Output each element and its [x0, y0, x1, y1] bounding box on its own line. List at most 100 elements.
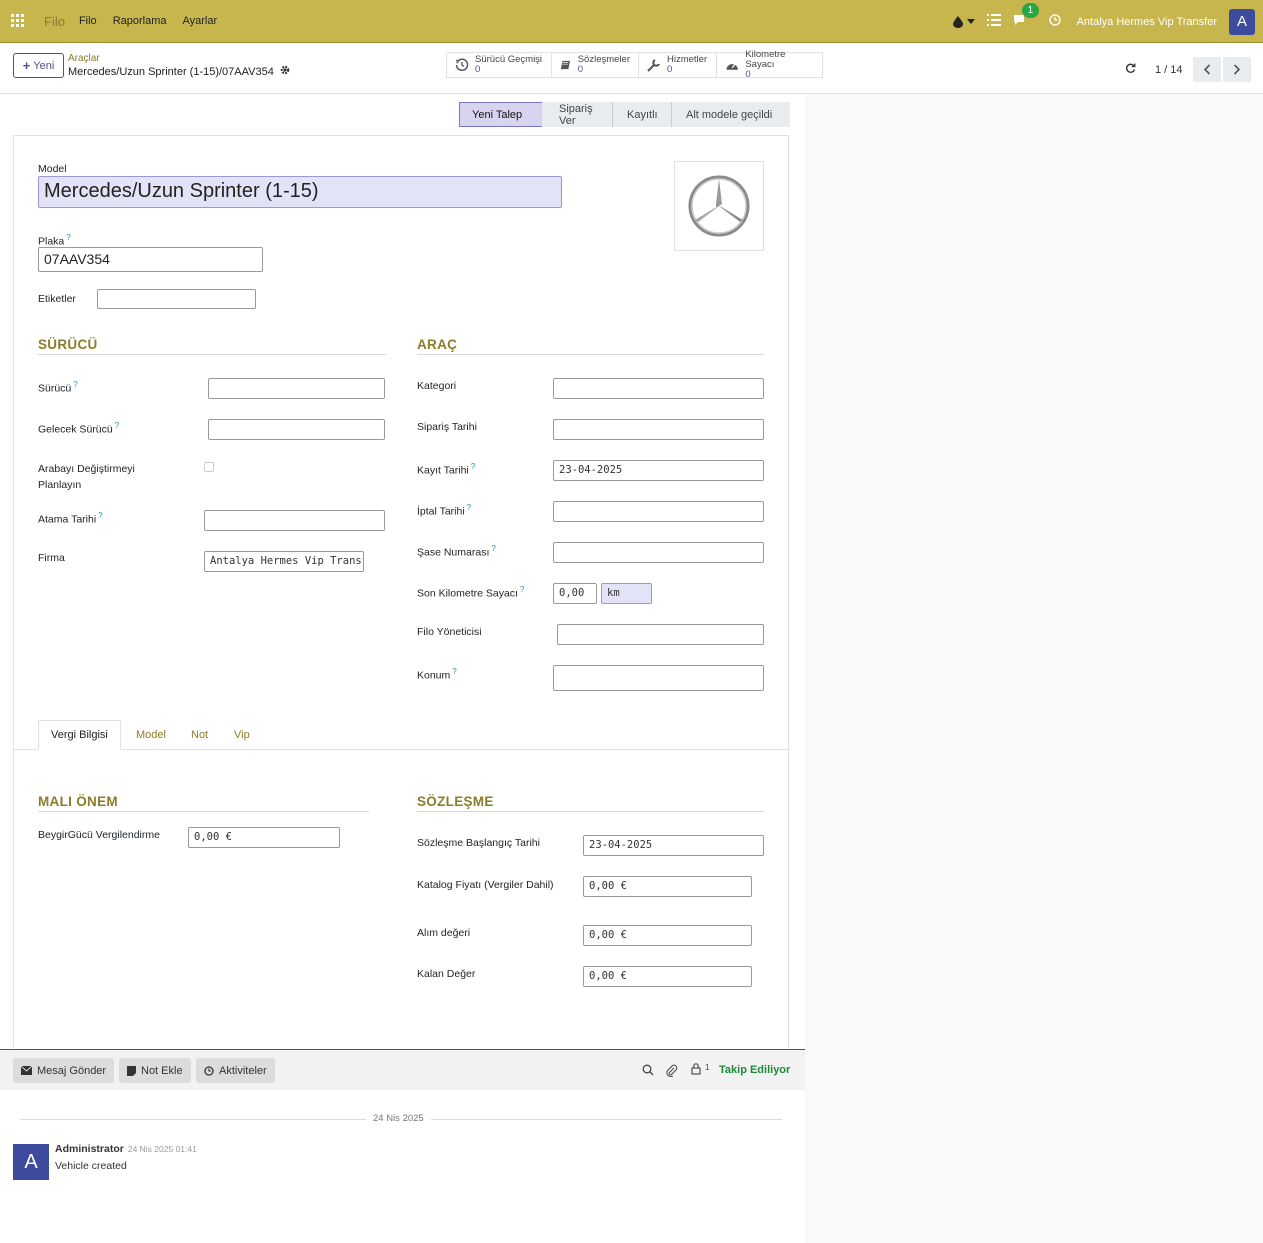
- chevron-left-icon: [1203, 64, 1210, 75]
- message-body: Vehicle created: [55, 1160, 127, 1172]
- wrench-icon: [647, 59, 660, 72]
- cancel-date-field[interactable]: [553, 501, 764, 522]
- pager-value[interactable]: 1 / 14: [1155, 64, 1183, 76]
- tab-tax-info[interactable]: Vergi Bilgisi: [38, 720, 121, 750]
- contract-start-field[interactable]: 23-04-2025: [583, 835, 764, 856]
- horsepower-tax-label: BeygirGücü Vergilendirme: [38, 829, 160, 841]
- history-icon: [455, 58, 469, 71]
- pager-previous-button[interactable]: [1192, 57, 1221, 82]
- clock-icon: [204, 1065, 214, 1076]
- smart-button-services[interactable]: Hizmetler 0: [639, 53, 717, 77]
- registration-date-field[interactable]: 23-04-2025: [553, 460, 764, 481]
- odometer-unit-select[interactable]: km: [601, 583, 652, 604]
- contract-start-label: Sözleşme Başlangıç Tarihi: [417, 837, 540, 849]
- user-avatar[interactable]: A: [1229, 8, 1255, 35]
- message-avatar[interactable]: A: [13, 1144, 49, 1180]
- menu-filo[interactable]: Filo: [79, 15, 97, 27]
- note-icon: [127, 1065, 136, 1076]
- catalog-price-field[interactable]: 0,00 €: [583, 876, 752, 897]
- status-registered[interactable]: Kayıtlı: [612, 102, 671, 127]
- order-date-field[interactable]: [553, 419, 764, 440]
- category-label: Kategori: [417, 380, 457, 392]
- chatter-topbar: Mesaj Gönder Not Ekle Aktiviteler 1 Taki…: [0, 1049, 805, 1090]
- activities-button[interactable]: Aktiviteler: [196, 1058, 275, 1083]
- location-field[interactable]: [553, 665, 764, 691]
- fleet-manager-field[interactable]: [557, 624, 764, 645]
- smart-value: 0: [475, 64, 481, 75]
- menu-raporlama[interactable]: Raporlama: [113, 15, 167, 27]
- tab-vip[interactable]: Vip: [222, 720, 262, 750]
- purchase-value-field[interactable]: 0,00 €: [583, 925, 752, 946]
- followers-button[interactable]: 1: [691, 1063, 709, 1075]
- status-order[interactable]: Sipariş Ver: [542, 102, 612, 127]
- odometer-field[interactable]: 0,00: [553, 583, 597, 604]
- pager: 1 / 14: [1125, 57, 1251, 82]
- location-label: Konum?: [417, 667, 457, 682]
- chat-badge: 1: [1021, 3, 1040, 18]
- log-note-button[interactable]: Not Ekle: [119, 1058, 191, 1083]
- status-bar: Yeni Talep Sipariş Ver Kayıtlı Alt model…: [459, 102, 790, 127]
- send-message-button[interactable]: Mesaj Gönder: [13, 1058, 115, 1083]
- breadcrumb-current: Mercedes/Uzun Sprinter (1-15)/07AAV354: [68, 65, 290, 78]
- driver-field[interactable]: [208, 378, 385, 399]
- breadcrumb-parent[interactable]: Araçlar: [68, 53, 100, 64]
- plate-field[interactable]: 07AAV354: [38, 247, 263, 272]
- following-button[interactable]: Takip Ediliyor: [719, 1064, 790, 1076]
- new-button[interactable]: + Yeni: [13, 53, 64, 78]
- horsepower-tax-field[interactable]: 0,00 €: [188, 827, 340, 848]
- order-date-label: Sipariş Tarihi: [417, 421, 477, 433]
- residual-value-field[interactable]: 0,00 €: [583, 966, 752, 987]
- status-downgraded[interactable]: Alt modele geçildi: [671, 102, 790, 127]
- chat-icon[interactable]: 1: [1013, 3, 1040, 29]
- purchase-value-label: Alım değeri: [417, 927, 471, 939]
- apps-menu-icon[interactable]: [0, 14, 36, 28]
- form-sheet: Model Mercedes/Uzun Sprinter (1-15) Plak…: [13, 135, 790, 1049]
- smart-buttons: Sürücü Geçmişi 0 Sözleşmeler 0 Hizmetler 0 …: [446, 50, 823, 80]
- assign-date-field[interactable]: [204, 510, 385, 531]
- smart-title: Sözleşmeler: [577, 54, 630, 65]
- list-icon[interactable]: [986, 14, 1001, 29]
- smart-button-odometer[interactable]: Kilometre Sayacı 0: [717, 50, 822, 80]
- chassis-field[interactable]: [553, 542, 764, 563]
- vehicle-section-title: ARAÇ: [417, 337, 458, 352]
- plan-change-checkbox[interactable]: [204, 462, 214, 472]
- notebook-tabs: Vergi Bilgisi Model Not Vip: [14, 720, 790, 750]
- menu-ayarlar[interactable]: Ayarlar: [183, 15, 218, 27]
- clock-icon[interactable]: [1048, 14, 1061, 29]
- fiscal-section-title: MALI ÖNEM: [38, 794, 118, 809]
- tags-label: Etiketler: [38, 293, 76, 305]
- model-field[interactable]: Mercedes/Uzun Sprinter (1-15): [38, 176, 562, 208]
- chevron-right-icon: [1233, 64, 1240, 75]
- vehicle-section-line: [417, 354, 764, 355]
- app-brand[interactable]: Filo: [44, 14, 65, 29]
- model-label: Model: [38, 163, 67, 175]
- theme-drop-icon[interactable]: [952, 15, 975, 28]
- tab-model[interactable]: Model: [124, 720, 178, 750]
- smart-value: 0: [577, 64, 584, 75]
- residual-value-label: Kalan Değer: [417, 968, 476, 980]
- company-switcher[interactable]: Antalya Hermes Vip Transfer: [1077, 16, 1217, 28]
- plate-label: Plaka?: [38, 233, 71, 248]
- odometer-label: Son Kilometre Sayacı?: [417, 585, 525, 600]
- search-icon[interactable]: [642, 1064, 654, 1079]
- refresh-icon[interactable]: [1125, 63, 1136, 77]
- tags-field[interactable]: [97, 289, 256, 309]
- status-new-request[interactable]: Yeni Talep: [459, 102, 543, 127]
- message-author[interactable]: Administrator: [55, 1143, 124, 1155]
- gear-icon[interactable]: [280, 65, 290, 78]
- tab-note[interactable]: Not: [179, 720, 220, 750]
- catalog-price-label: Katalog Fiyatı (Vergiler Dahil): [417, 879, 554, 891]
- top-navbar: Filo Filo Raporlama Ayarlar 1 Antalya He…: [0, 0, 1263, 43]
- vehicle-image[interactable]: [674, 161, 764, 251]
- category-field[interactable]: [553, 378, 764, 399]
- company-field[interactable]: Antalya Hermes Vip Transfer: [204, 551, 364, 572]
- pager-next-button[interactable]: [1222, 57, 1251, 82]
- smart-button-contracts[interactable]: Sözleşmeler 0: [552, 53, 639, 77]
- message-header: Administrator 24 Nis 2025 01:41: [55, 1143, 197, 1155]
- future-driver-field[interactable]: [208, 419, 385, 440]
- envelope-icon: [21, 1066, 32, 1075]
- mercedes-logo-icon: [688, 175, 750, 237]
- smart-button-driver-history[interactable]: Sürücü Geçmişi 0: [447, 53, 552, 77]
- registration-date-label: Kayıt Tarihi?: [417, 462, 476, 477]
- paperclip-icon[interactable]: [666, 1064, 678, 1080]
